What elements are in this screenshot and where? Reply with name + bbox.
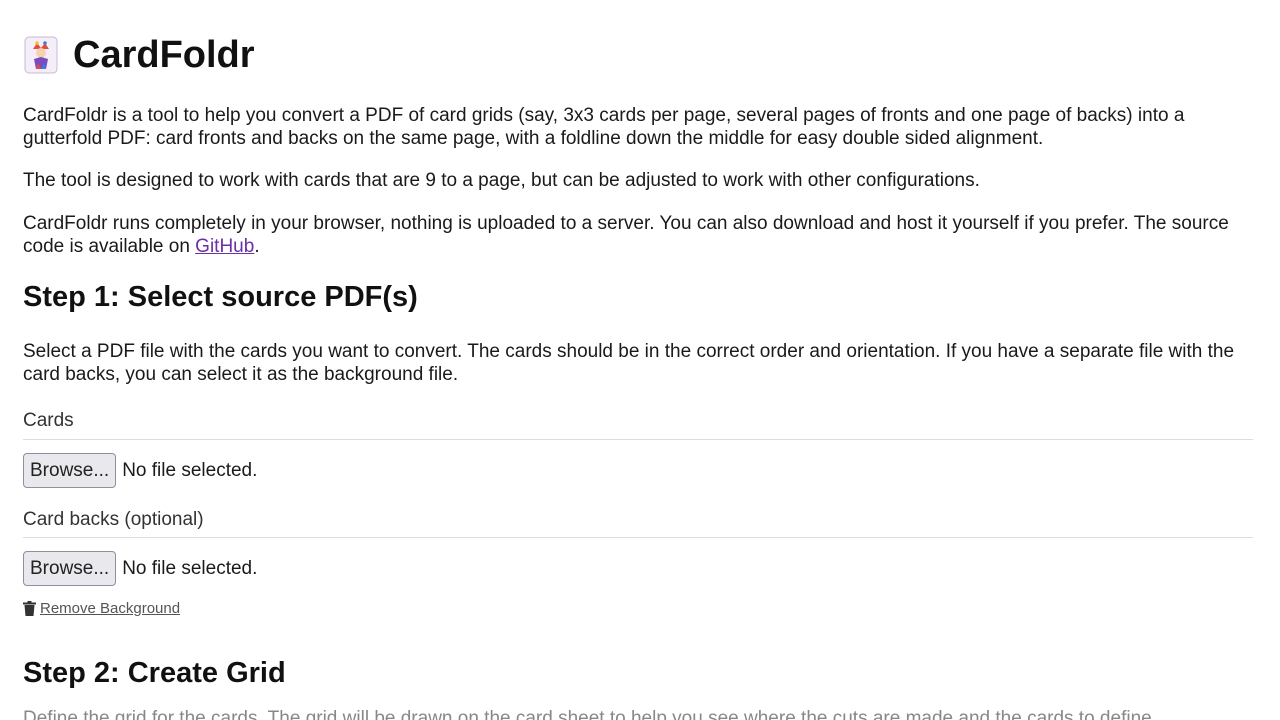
- intro-paragraph-3: CardFoldr runs completely in your browse…: [23, 212, 1253, 258]
- joker-card-icon: [23, 35, 59, 75]
- trash-icon: [23, 601, 36, 616]
- step2-description: Define the grid for the cards. The grid …: [23, 708, 1157, 720]
- cards-label: Cards: [23, 410, 74, 431]
- remove-background-link[interactable]: Remove Background: [23, 600, 180, 617]
- step1-heading: Step 1: Select source PDF(s): [23, 281, 418, 313]
- cards-browse-button[interactable]: Browse...: [23, 453, 117, 488]
- header: CardFoldr: [23, 32, 255, 78]
- step2-heading: Step 2: Create Grid: [23, 657, 286, 689]
- cards-file-input[interactable]: Browse... No file selected.: [23, 453, 257, 488]
- intro-paragraph-3-end: .: [254, 236, 260, 257]
- github-link[interactable]: GitHub: [195, 236, 254, 257]
- intro-paragraph-2: The tool is designed to work with cards …: [23, 170, 980, 191]
- step1-description: Select a PDF file with the cards you wan…: [23, 341, 1235, 385]
- remove-background-label: Remove Background: [40, 600, 181, 617]
- cards-file-status: No file selected.: [122, 459, 258, 481]
- card-backs-browse-button[interactable]: Browse...: [23, 551, 117, 586]
- divider: [23, 537, 1253, 538]
- card-backs-file-input[interactable]: Browse... No file selected.: [23, 551, 257, 586]
- app-title: CardFoldr: [73, 33, 255, 76]
- intro-paragraph-1: CardFoldr is a tool to help you convert …: [23, 105, 1185, 149]
- divider: [23, 439, 1253, 440]
- card-backs-file-status: No file selected.: [122, 557, 258, 579]
- card-backs-label: Card backs (optional): [23, 509, 204, 530]
